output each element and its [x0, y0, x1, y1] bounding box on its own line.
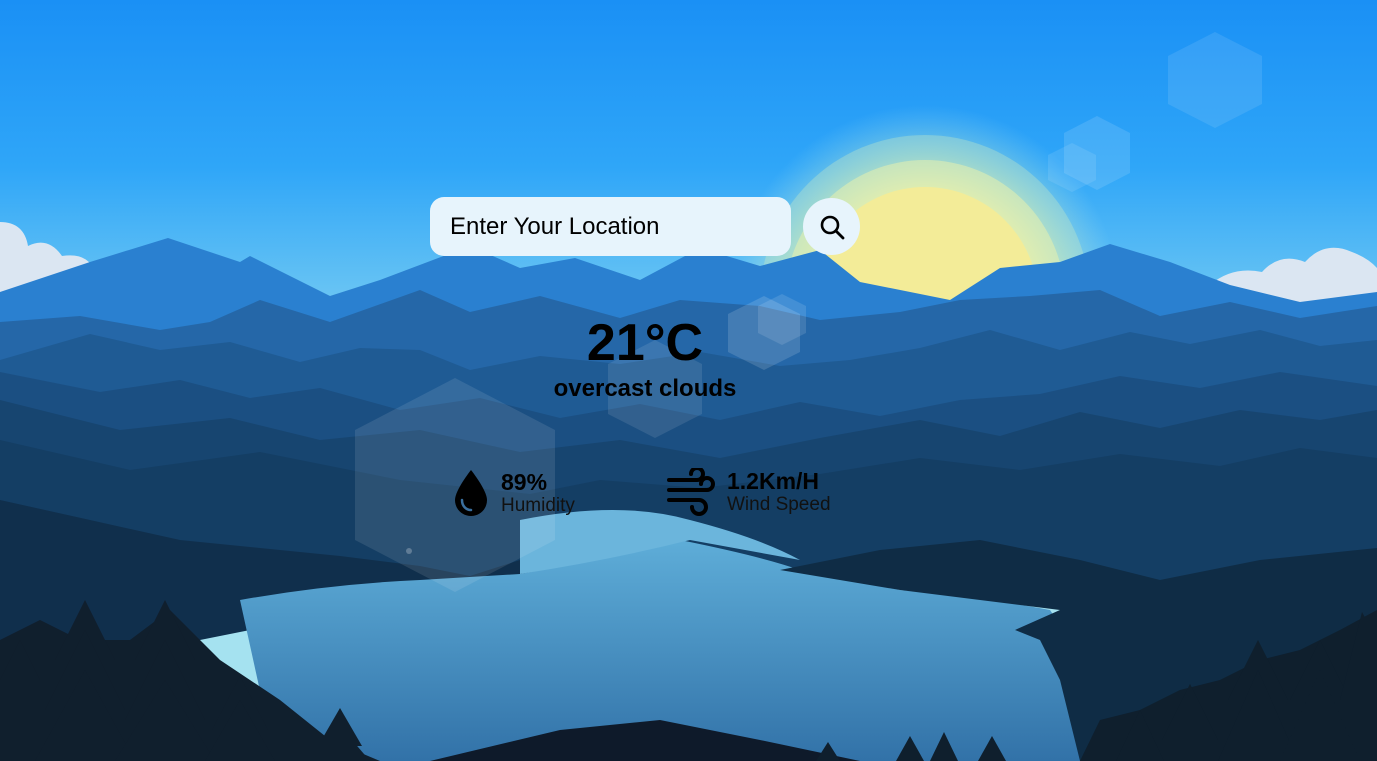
search-icon — [820, 215, 844, 239]
humidity-value: 89% — [501, 469, 548, 495]
search-bar — [430, 197, 860, 256]
wind-speed-label: Wind Speed — [727, 494, 831, 515]
water-drop-icon — [455, 470, 487, 516]
location-search-input[interactable] — [430, 197, 791, 256]
search-button[interactable] — [803, 198, 860, 255]
wind-icon — [667, 468, 715, 516]
temperature-value: 21°C — [586, 314, 704, 372]
humidity-label: Humidity — [501, 495, 575, 516]
weather-app: 21°C overcast clouds 89% Humidity 1.2Km/… — [0, 0, 1377, 761]
current-weather: 21°C overcast clouds — [545, 312, 745, 404]
wind-speed-value: 1.2Km/H — [727, 468, 820, 494]
weather-description: overcast clouds — [553, 375, 737, 402]
wind-detail: 1.2Km/H Wind Speed — [667, 468, 831, 516]
humidity-detail: 89% Humidity — [453, 468, 575, 518]
